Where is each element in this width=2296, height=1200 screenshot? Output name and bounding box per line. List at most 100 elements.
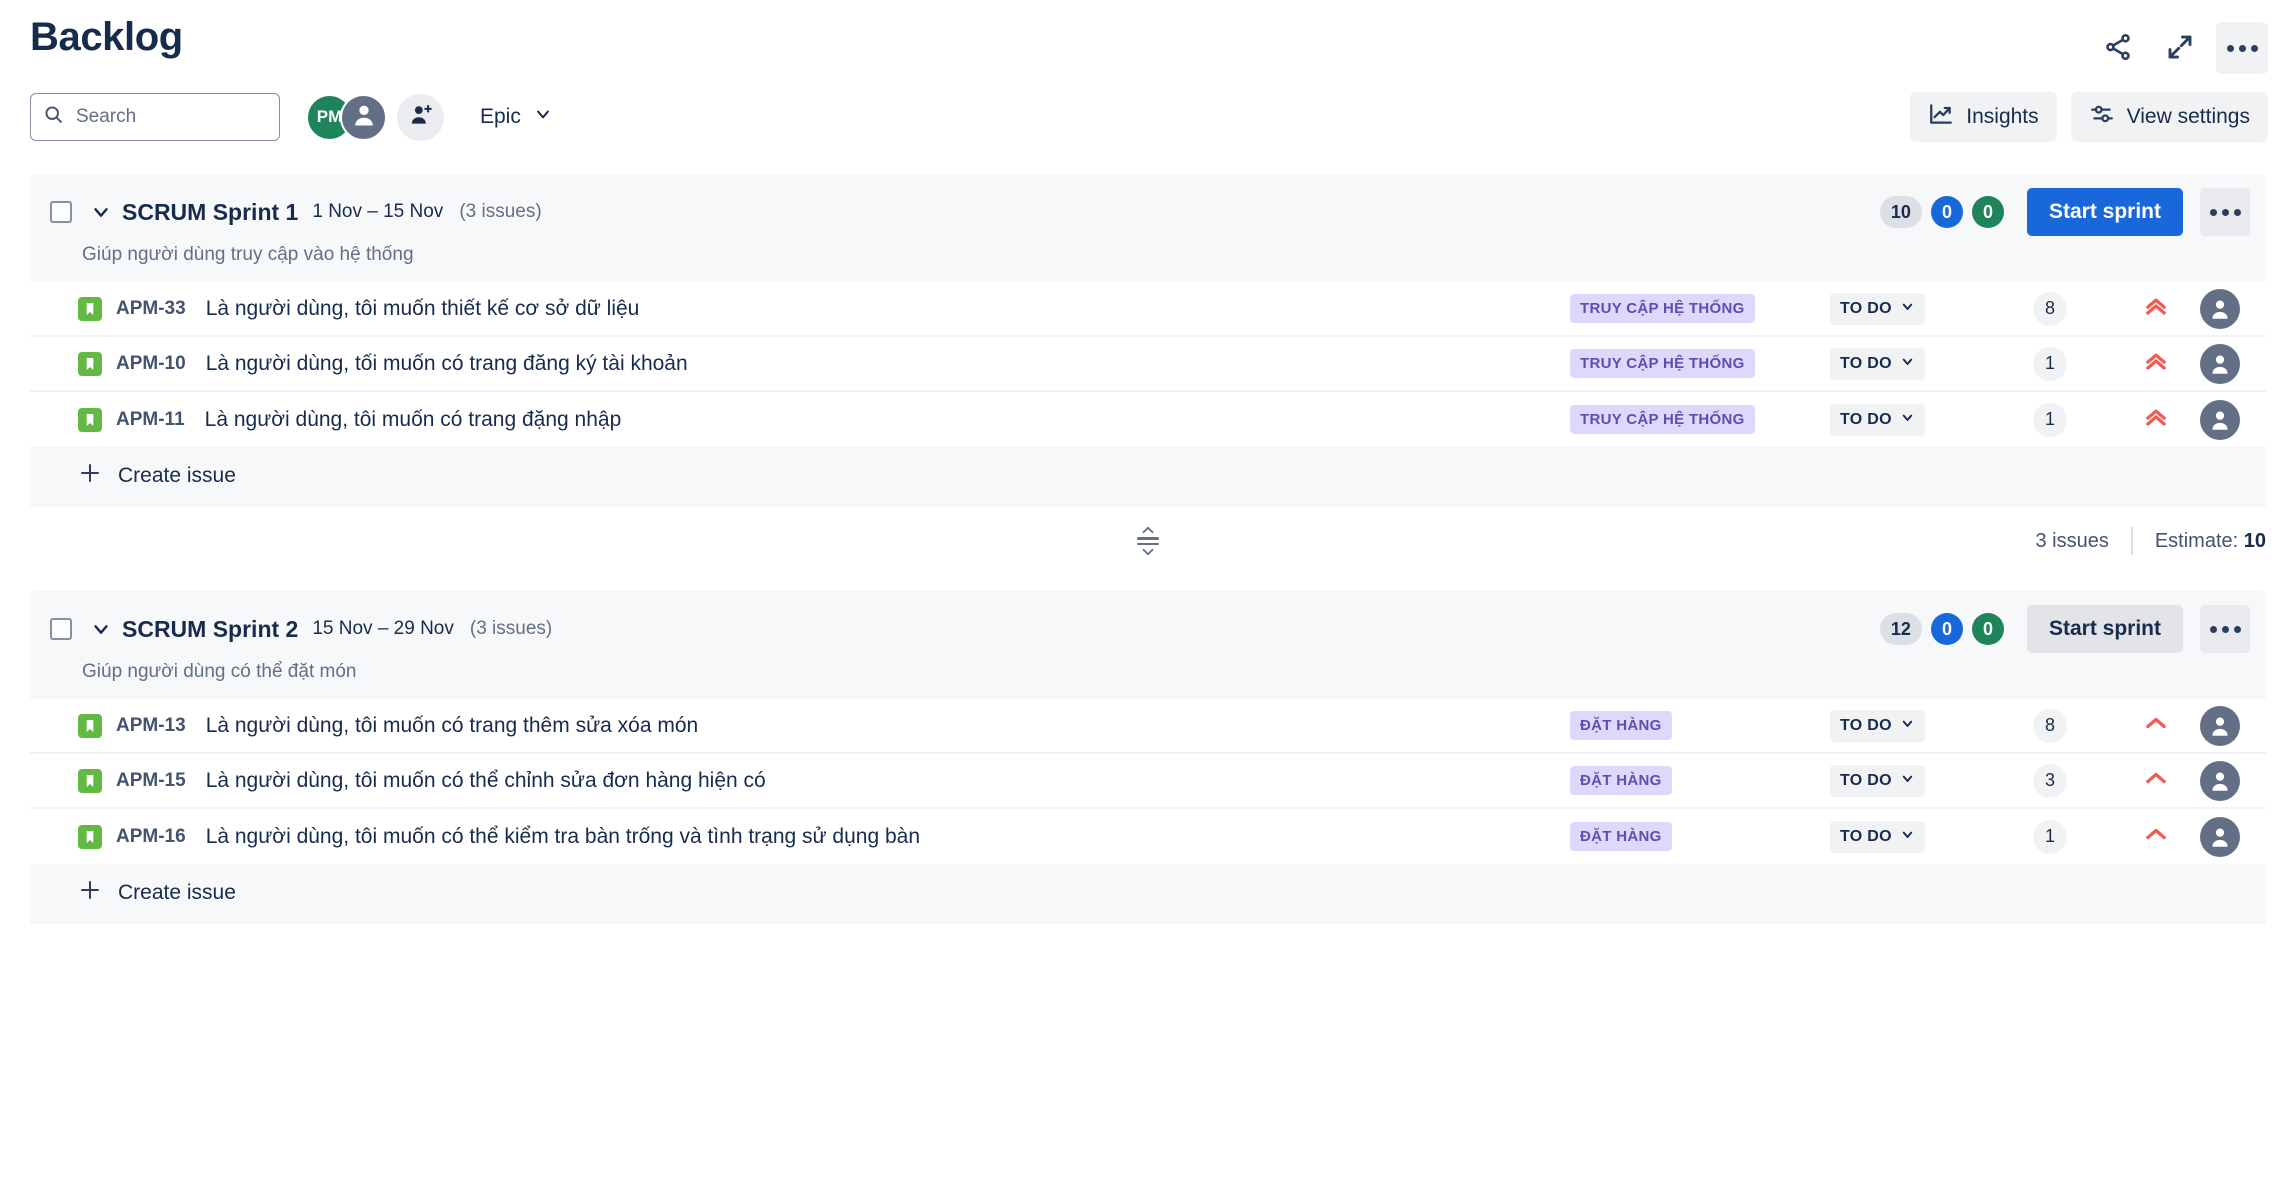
table-row[interactable]: APM-13 Là người dùng, tôi muốn có trang …	[30, 699, 2266, 754]
priority-highest-icon[interactable]	[2142, 292, 2170, 325]
epic-tag[interactable]: TRUY CẬP HỆ THỐNG	[1570, 349, 1755, 378]
expand-button[interactable]	[2154, 22, 2206, 74]
issue-summary[interactable]: Là người dùng, tôi muốn có trang thêm sử…	[206, 714, 699, 738]
epic-tag[interactable]: ĐẶT HÀNG	[1570, 766, 1672, 795]
issue-row-meta: TRUY CẬP HỆ THỐNG TO DO 1	[1570, 399, 2240, 440]
badge-todo[interactable]: 12	[1879, 613, 1922, 645]
story-type-icon	[78, 768, 102, 793]
avatar-initials: PM	[316, 107, 343, 126]
start-sprint-button[interactable]: Start sprint	[2026, 188, 2183, 236]
issue-summary[interactable]: Là người dùng, tôi muốn có thể chỉnh sửa…	[206, 769, 766, 793]
status-slot: TO DO	[1830, 403, 1980, 436]
avatar[interactable]	[2200, 705, 2240, 746]
issue-key[interactable]: APM-16	[116, 826, 186, 848]
badge-done[interactable]: 0	[1971, 196, 2004, 228]
status-label: TO DO	[1840, 299, 1892, 317]
search-input[interactable]	[76, 106, 261, 128]
sprint-more-button[interactable]	[2200, 188, 2250, 236]
status-dropdown[interactable]: TO DO	[1830, 347, 1925, 380]
sprint-issue-count: (3 issues)	[459, 201, 542, 222]
issue-key[interactable]: APM-33	[116, 298, 186, 320]
epic-tag[interactable]: TRUY CẬP HỆ THỐNG	[1570, 294, 1755, 323]
status-label: TO DO	[1840, 771, 1892, 789]
badge-todo[interactable]: 10	[1879, 196, 1922, 228]
estimate-label: Estimate:	[2154, 529, 2239, 552]
table-row[interactable]: APM-15 Là người dùng, tôi muốn có thể ch…	[30, 754, 2266, 809]
insights-button[interactable]: Insights	[1910, 92, 2057, 142]
status-dropdown[interactable]: TO DO	[1830, 709, 1925, 742]
estimate-badge[interactable]: 8	[2033, 708, 2067, 743]
start-sprint-button[interactable]: Start sprint	[2026, 605, 2183, 653]
expand-icon	[2165, 32, 2195, 65]
table-row[interactable]: APM-16 Là người dùng, tôi muốn có thể ki…	[30, 809, 2266, 864]
handle-bars	[1137, 537, 1159, 545]
share-button[interactable]	[2092, 22, 2144, 74]
priority-high-icon[interactable]	[2142, 709, 2170, 742]
priority-highest-icon[interactable]	[2142, 403, 2170, 436]
sprint-summary: 3 issues Estimate: 10	[2035, 527, 2266, 555]
priority-highest-icon[interactable]	[2142, 347, 2170, 380]
avatar[interactable]	[340, 93, 387, 141]
create-issue-button[interactable]: Create issue	[30, 447, 2266, 507]
estimate-badge[interactable]: 1	[2033, 819, 2067, 854]
assignee-slot	[2192, 399, 2240, 440]
assignee-slot	[2192, 343, 2240, 384]
sprint-more-button[interactable]	[2200, 605, 2250, 653]
badge-done[interactable]: 0	[1971, 613, 2004, 645]
avatar[interactable]	[2200, 760, 2240, 801]
status-dropdown[interactable]: TO DO	[1830, 403, 1925, 436]
status-slot: TO DO	[1830, 347, 1980, 380]
avatar[interactable]	[2200, 816, 2240, 857]
status-dropdown[interactable]: TO DO	[1830, 820, 1925, 853]
estimate-badge[interactable]: 1	[2033, 346, 2067, 381]
sprint-collapse-toggle[interactable]	[88, 199, 114, 225]
avatar[interactable]	[2200, 343, 2240, 384]
issue-summary[interactable]: Là người dùng, tối muốn có trang đăng ký…	[206, 352, 688, 376]
search-box[interactable]	[30, 93, 280, 141]
resize-handle[interactable]	[1137, 525, 1159, 557]
badge-inprogress[interactable]: 0	[1930, 613, 1963, 645]
create-issue-button[interactable]: Create issue	[30, 864, 2266, 924]
avatar[interactable]	[2200, 288, 2240, 329]
table-row[interactable]: APM-11 Là người dùng, tôi muốn có trang …	[30, 392, 2266, 447]
issue-row-meta: ĐẶT HÀNG TO DO 1	[1570, 816, 2240, 857]
estimate-badge[interactable]: 8	[2033, 291, 2067, 326]
issue-key[interactable]: APM-11	[116, 409, 185, 431]
story-type-icon	[78, 296, 102, 321]
issue-key[interactable]: APM-10	[116, 353, 186, 375]
epic-tag[interactable]: ĐẶT HÀNG	[1570, 822, 1672, 851]
estimate-badge[interactable]: 1	[2033, 402, 2067, 437]
epic-slot: TRUY CẬP HỆ THỐNG	[1570, 349, 1830, 378]
epic-tag[interactable]: ĐẶT HÀNG	[1570, 711, 1672, 740]
status-slot: TO DO	[1830, 292, 1980, 325]
table-row[interactable]: APM-33 Là người dùng, tôi muốn thiết kế …	[30, 282, 2266, 337]
chevron-down-icon	[533, 104, 553, 130]
issue-summary[interactable]: Là người dùng, tôi muốn có thể kiểm tra …	[206, 825, 920, 849]
epic-slot: ĐẶT HÀNG	[1570, 766, 1830, 795]
issue-row-meta: ĐẶT HÀNG TO DO 3	[1570, 760, 2240, 801]
issue-summary[interactable]: Là người dùng, tôi muốn thiết kế cơ sở d…	[206, 297, 640, 321]
status-dropdown[interactable]: TO DO	[1830, 292, 1925, 325]
priority-high-icon[interactable]	[2142, 820, 2170, 853]
issue-key[interactable]: APM-15	[116, 770, 186, 792]
sprint-divider: 3 issues Estimate: 10	[0, 507, 2296, 573]
priority-high-icon[interactable]	[2142, 764, 2170, 797]
table-row[interactable]: APM-10 Là người dùng, tối muốn có trang …	[30, 337, 2266, 392]
avatar[interactable]	[2200, 399, 2240, 440]
sprint-select-checkbox[interactable]	[50, 201, 72, 223]
status-slot: TO DO	[1830, 764, 1980, 797]
badge-inprogress[interactable]: 0	[1930, 196, 1963, 228]
more-actions-button[interactable]	[2216, 22, 2268, 74]
sprint-collapse-toggle[interactable]	[88, 616, 114, 642]
add-people-button[interactable]	[397, 93, 444, 141]
sprint-select-checkbox[interactable]	[50, 618, 72, 640]
status-dropdown[interactable]: TO DO	[1830, 764, 1925, 797]
issue-summary[interactable]: Là người dùng, tôi muốn có trang đặng nh…	[205, 408, 622, 432]
epic-tag[interactable]: TRUY CẬP HỆ THỐNG	[1570, 405, 1755, 434]
estimate-badge[interactable]: 3	[2033, 763, 2067, 798]
view-settings-button[interactable]: View settings	[2070, 92, 2268, 142]
issue-key[interactable]: APM-13	[116, 715, 186, 737]
sprint-estimate: Estimate: 10	[2155, 530, 2266, 553]
estimate-slot: 3	[1980, 763, 2120, 798]
epic-filter-dropdown[interactable]: Epic	[470, 96, 563, 138]
